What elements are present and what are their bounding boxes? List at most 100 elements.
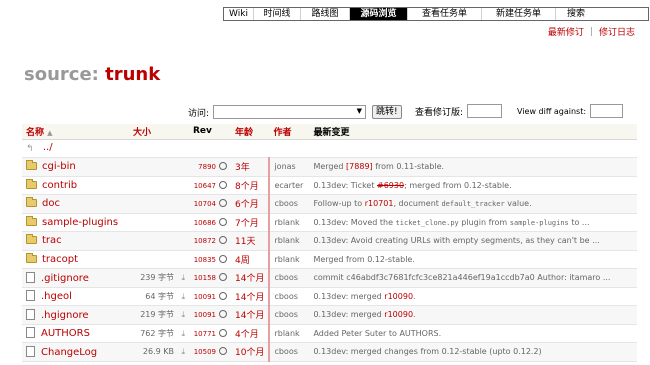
entry-size: 762 字节 — [140, 328, 174, 338]
nav-tab-4[interactable]: 查看任务单 — [408, 8, 482, 20]
jump-button[interactable]: 跳转! — [372, 105, 402, 119]
change-link[interactable]: r10701 — [365, 199, 394, 208]
change-link[interactable]: [7889] — [346, 162, 373, 171]
column-age-header[interactable]: 年龄 — [231, 124, 270, 140]
changeset-icon[interactable] — [219, 273, 227, 282]
column-change-header[interactable]: 最新变更 — [309, 124, 637, 140]
entry-name-link[interactable]: .hgeol — [41, 291, 72, 302]
entry-size-cell — [129, 231, 189, 251]
entry-name-link[interactable]: tracopt — [42, 254, 78, 265]
entry-name-cell: ChangeLog — [22, 342, 129, 362]
entry-size-cell: 762 字节 ⤓ — [129, 324, 189, 343]
change-link[interactable]: #6930 — [377, 181, 404, 190]
changeset-icon[interactable] — [219, 254, 227, 263]
revision-link[interactable]: 7890 — [198, 163, 216, 171]
entry-name-link[interactable]: contrib — [42, 180, 77, 191]
changeset-icon[interactable] — [219, 347, 227, 356]
diff-against-input[interactable] — [590, 104, 624, 118]
nav-tab-1[interactable]: 时间线 — [254, 8, 301, 20]
entry-age[interactable]: 10个月 — [231, 342, 271, 362]
revision-link[interactable]: 10686 — [194, 219, 216, 227]
column-author-header[interactable]: 作者 — [269, 124, 310, 140]
change-text: sample-plugins — [509, 218, 569, 227]
entry-age[interactable]: 11天 — [231, 231, 271, 251]
changeset-icon[interactable] — [219, 291, 227, 300]
revision-log-link[interactable]: 修订日志 — [599, 25, 635, 38]
nav-tab-5[interactable]: 新建任务单 — [482, 8, 556, 20]
column-name-header[interactable]: 名称 ▲ — [22, 124, 129, 140]
download-icon[interactable]: ⤓ — [177, 292, 185, 302]
jump-label: 访问: — [188, 108, 210, 119]
entry-name-link[interactable]: trac — [42, 235, 62, 246]
latest-revision-link[interactable]: 最新修订 — [548, 25, 584, 38]
change-text: 0.13dev: merged changes from 0.12-stable… — [313, 347, 542, 357]
revision-input[interactable] — [467, 104, 503, 118]
entry-name-cell: .gitignore — [22, 268, 129, 288]
entry-last-change: Follow-up to r10701, document default_tr… — [309, 194, 637, 214]
jump-to-form: 访问: ▼ 跳转! — [188, 104, 402, 120]
download-icon[interactable]: ⤓ — [177, 273, 185, 283]
download-icon[interactable]: ⤓ — [177, 347, 185, 357]
entry-age[interactable]: 6个月 — [231, 194, 271, 214]
change-link[interactable]: r10090 — [384, 292, 413, 301]
revision-link[interactable]: 10509 — [194, 348, 216, 356]
entry-name-link[interactable]: cgi-bin — [42, 161, 76, 172]
revision-link[interactable]: 10704 — [194, 200, 216, 208]
changeset-icon[interactable] — [219, 328, 227, 337]
changeset-icon[interactable] — [219, 310, 227, 319]
entry-name-cell: sample-plugins — [22, 213, 129, 232]
revision-link[interactable]: 10158 — [194, 274, 216, 282]
entry-name-link[interactable]: doc — [42, 198, 60, 209]
nav-tab-2[interactable]: 路线图 — [301, 8, 350, 20]
context-nav: 最新修订 | 修订日志 — [548, 25, 635, 39]
view-diff-label: View diff against: — [517, 106, 587, 116]
column-size-header[interactable]: 大小 — [129, 124, 189, 140]
folder-icon — [26, 197, 37, 208]
entry-last-change: 0.13dev: Avoid creating URLs with empty … — [309, 231, 637, 251]
entry-name-link[interactable]: .hgignore — [41, 310, 89, 321]
change-text: default_tracker — [441, 200, 505, 209]
changeset-icon[interactable] — [219, 180, 227, 189]
nav-tab-6[interactable]: 搜索 — [556, 8, 596, 20]
entry-age[interactable]: 8个月 — [231, 176, 271, 195]
parent-dir-link[interactable]: ../ — [43, 142, 53, 153]
jump-location-select[interactable]: ▼ — [213, 105, 367, 119]
entry-rev-cell: 10091 — [189, 305, 231, 325]
nav-tab-0[interactable]: Wiki — [224, 8, 254, 20]
entry-age[interactable]: 7个月 — [231, 213, 271, 232]
entry-age[interactable]: 14个月 — [231, 305, 271, 325]
entry-name-link[interactable]: AUTHORS — [41, 328, 90, 339]
entry-age[interactable]: 4个月 — [231, 324, 271, 343]
entry-age[interactable]: 14个月 — [231, 268, 271, 288]
view-revision-label: 查看修订版: — [415, 107, 464, 118]
download-icon[interactable]: ⤓ — [177, 329, 185, 339]
entry-name-link[interactable]: ChangeLog — [41, 347, 97, 358]
revision-link[interactable]: 10647 — [194, 182, 216, 190]
entry-name-link[interactable]: sample-plugins — [42, 217, 118, 228]
download-icon[interactable]: ⤓ — [177, 310, 185, 320]
changeset-icon[interactable] — [219, 236, 227, 245]
revision-link[interactable]: 10091 — [194, 293, 216, 301]
entry-age[interactable]: 3年 — [231, 157, 271, 177]
entry-rev-cell: 10509 — [189, 342, 231, 362]
change-link[interactable]: r10090 — [384, 310, 413, 319]
entry-size-cell: 26.9 KB ⤓ — [129, 342, 189, 362]
path-trunk-link[interactable]: trunk — [105, 64, 160, 85]
file-icon — [26, 271, 35, 283]
nav-tab-3[interactable]: 源码浏览 — [350, 8, 408, 20]
changeset-icon[interactable] — [219, 199, 227, 208]
changeset-icon[interactable] — [219, 217, 227, 226]
column-rev-header[interactable]: Rev — [189, 124, 231, 140]
revision-link[interactable]: 10835 — [194, 256, 216, 264]
entry-name-cell: .hgeol — [22, 287, 129, 306]
entry-name-link[interactable]: .gitignore — [41, 273, 89, 284]
changeset-icon[interactable] — [219, 162, 227, 171]
revision-link[interactable]: 10091 — [194, 311, 216, 319]
entry-size: 64 字节 — [145, 291, 174, 301]
revision-link[interactable]: 10771 — [194, 330, 216, 338]
table-row: .hgignore 219 字节 ⤓ 10091 14个月 cboos 0.13dev: m… — [22, 305, 637, 325]
revision-link[interactable]: 10872 — [194, 237, 216, 245]
folder-icon — [26, 252, 37, 263]
entry-age[interactable]: 4周 — [231, 250, 271, 269]
entry-age[interactable]: 14个月 — [231, 287, 271, 306]
